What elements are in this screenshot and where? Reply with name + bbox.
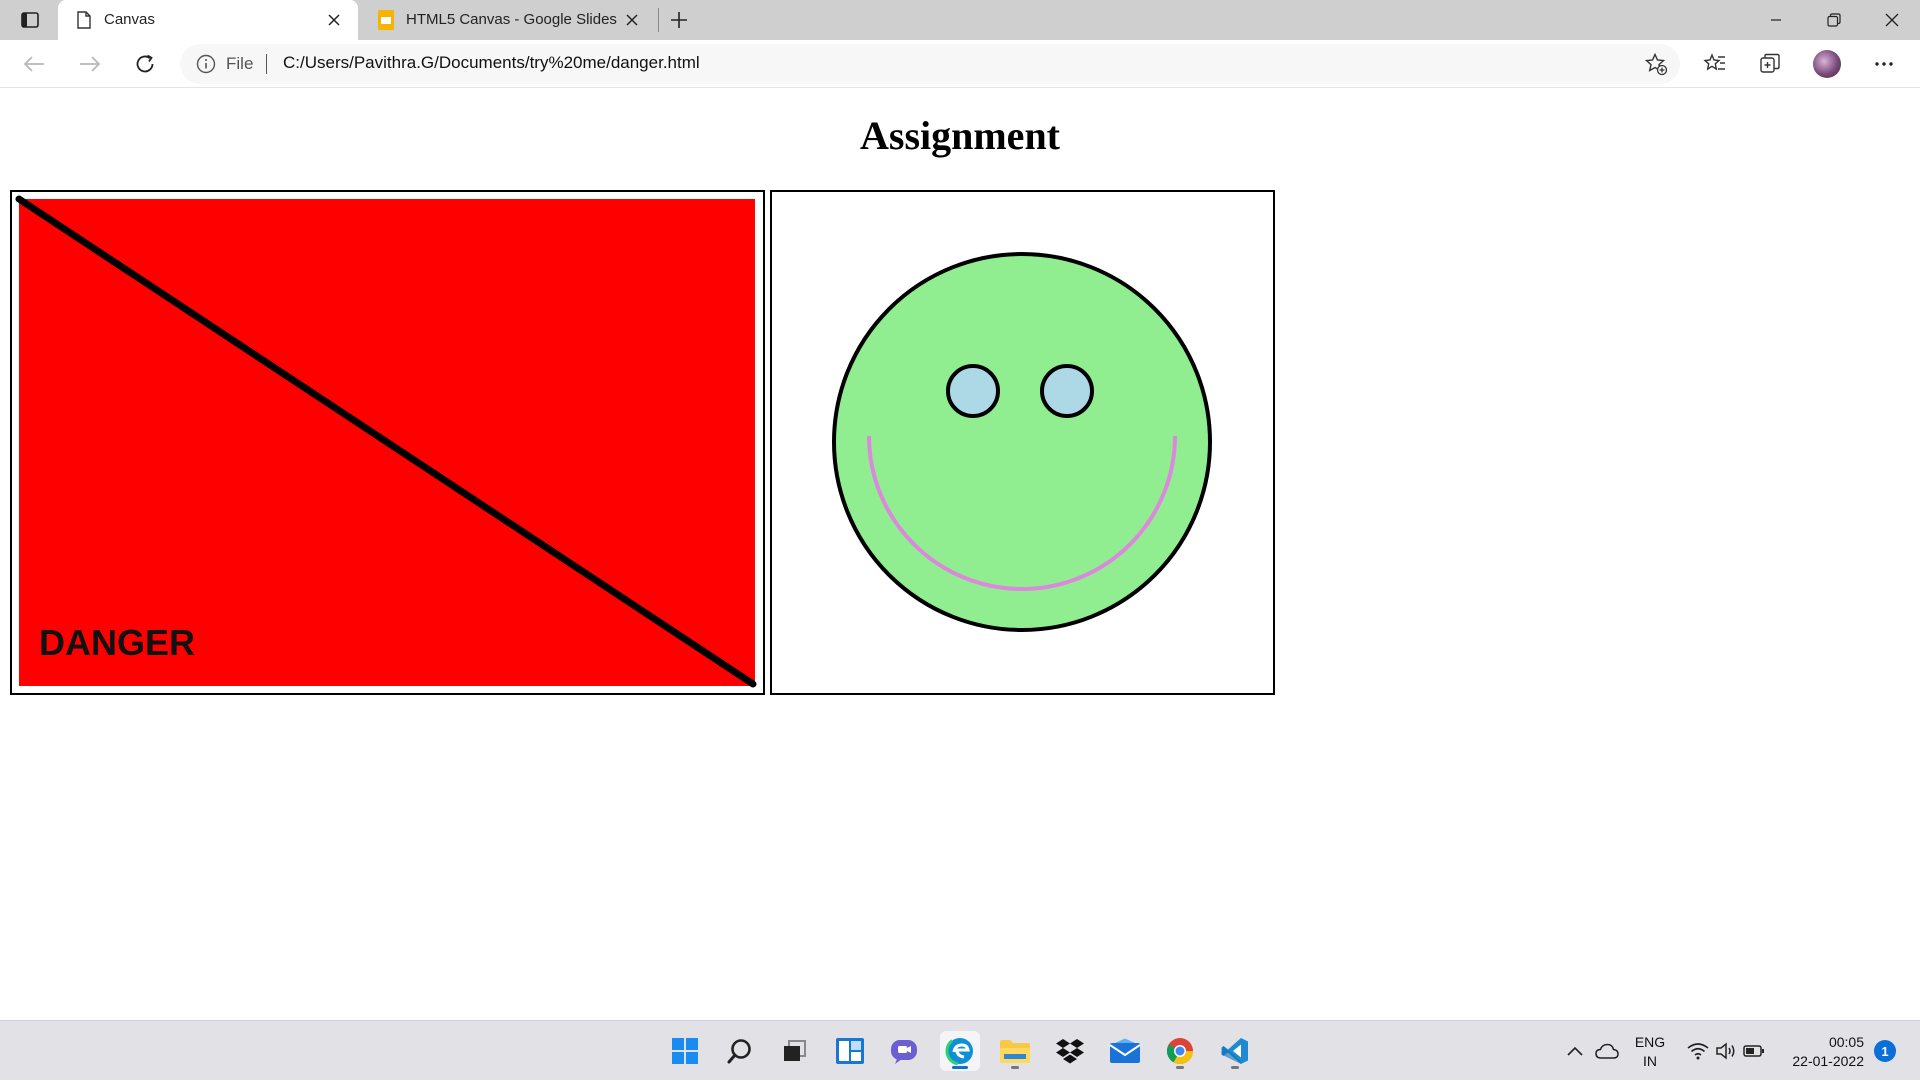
edge-icon bbox=[945, 1036, 975, 1066]
taskbar-search-button[interactable] bbox=[720, 1031, 760, 1071]
notification-badge[interactable]: 1 bbox=[1874, 1040, 1896, 1062]
add-favorite-icon[interactable] bbox=[1644, 52, 1668, 76]
widgets-icon bbox=[836, 1038, 864, 1064]
language-code: ENG bbox=[1634, 1034, 1666, 1050]
google-slides-icon bbox=[376, 10, 396, 30]
close-tab-icon[interactable] bbox=[622, 10, 642, 30]
task-view-icon bbox=[784, 1040, 806, 1061]
smiley-canvas bbox=[770, 190, 1275, 695]
mail-button[interactable] bbox=[1105, 1031, 1145, 1071]
smiley-left-eye bbox=[946, 364, 1000, 418]
back-button[interactable] bbox=[18, 48, 50, 80]
forward-arrow-icon bbox=[80, 56, 101, 72]
teams-chat-button[interactable] bbox=[884, 1031, 924, 1071]
cloud-icon bbox=[1595, 1043, 1619, 1059]
info-icon[interactable] bbox=[196, 54, 216, 74]
page-icon bbox=[74, 10, 94, 30]
onedrive-button[interactable] bbox=[1592, 1021, 1622, 1081]
plus-icon bbox=[671, 12, 687, 28]
avatar-image bbox=[1813, 50, 1841, 78]
collections-icon[interactable] bbox=[1756, 50, 1784, 78]
vscode-button[interactable] bbox=[1215, 1031, 1255, 1071]
address-bar[interactable]: File C:/Users/Pavithra.G/Documents/try%2… bbox=[180, 44, 1680, 84]
taskbar: ENG IN 00:05 22-01-2022 1 bbox=[0, 1020, 1920, 1080]
back-arrow-icon bbox=[23, 56, 44, 72]
chrome-button[interactable] bbox=[1160, 1031, 1200, 1071]
danger-label: DANGER bbox=[39, 622, 195, 663]
vscode-icon bbox=[1221, 1038, 1248, 1064]
smiley-face bbox=[832, 252, 1212, 632]
new-tab-button[interactable] bbox=[666, 7, 692, 33]
minimize-button[interactable] bbox=[1748, 0, 1804, 40]
tab-strip: Canvas HTML5 Canvas - Google Slides bbox=[0, 0, 1920, 40]
tab-title: Canvas bbox=[104, 11, 155, 28]
settings-menu-button[interactable] bbox=[1870, 50, 1898, 78]
battery-icon bbox=[1743, 1045, 1764, 1057]
tab-actions-icon bbox=[21, 12, 39, 28]
language-region: IN bbox=[1643, 1053, 1657, 1069]
address-divider bbox=[266, 54, 267, 74]
volume-icon bbox=[1716, 1042, 1735, 1060]
danger-drawing: DANGER bbox=[15, 195, 757, 688]
restore-button[interactable] bbox=[1806, 0, 1862, 40]
close-icon bbox=[1885, 13, 1899, 27]
edge-button[interactable] bbox=[940, 1031, 980, 1071]
file-explorer-icon bbox=[1000, 1040, 1030, 1063]
tab-canvas[interactable]: Canvas bbox=[58, 0, 358, 40]
mail-icon bbox=[1109, 1038, 1141, 1063]
forward-button[interactable] bbox=[74, 48, 106, 80]
clock[interactable]: 00:05 22-01-2022 bbox=[1772, 1033, 1864, 1071]
profile-avatar[interactable] bbox=[1813, 50, 1841, 78]
wifi-icon bbox=[1687, 1043, 1709, 1060]
start-button[interactable] bbox=[665, 1031, 705, 1071]
danger-canvas: DANGER bbox=[10, 190, 765, 695]
running-indicator bbox=[1176, 1066, 1184, 1069]
search-icon bbox=[727, 1039, 751, 1064]
favorites-icon[interactable] bbox=[1701, 50, 1729, 78]
start-icon bbox=[672, 1038, 698, 1064]
smiley-drawing bbox=[832, 252, 1212, 632]
close-tab-icon[interactable] bbox=[324, 10, 344, 30]
chrome-icon bbox=[1166, 1038, 1194, 1065]
show-hidden-icons-button[interactable] bbox=[1562, 1021, 1588, 1081]
minimize-icon bbox=[1771, 19, 1781, 21]
smiley-right-eye bbox=[1040, 364, 1094, 418]
tab-divider bbox=[658, 8, 659, 32]
dropbox-button[interactable] bbox=[1050, 1031, 1090, 1071]
browser-toolbar: File C:/Users/Pavithra.G/Documents/try%2… bbox=[0, 40, 1920, 88]
close-window-button[interactable] bbox=[1864, 0, 1920, 40]
quick-settings-button[interactable] bbox=[1684, 1021, 1768, 1081]
tab-actions-button[interactable] bbox=[18, 9, 42, 31]
widgets-button[interactable] bbox=[830, 1031, 870, 1071]
refresh-icon bbox=[136, 54, 154, 73]
clock-date: 22-01-2022 bbox=[1792, 1053, 1864, 1069]
clock-time: 00:05 bbox=[1828, 1034, 1864, 1050]
page-title: Assignment bbox=[859, 113, 1061, 158]
input-language-indicator[interactable]: ENG IN bbox=[1628, 1033, 1672, 1071]
url-text[interactable]: C:/Users/Pavithra.G/Documents/try%20me/d… bbox=[283, 53, 700, 73]
more-icon bbox=[1875, 62, 1893, 66]
running-indicator bbox=[1011, 1066, 1019, 1069]
protocol-label: File bbox=[226, 54, 254, 73]
task-view-button[interactable] bbox=[774, 1031, 814, 1071]
chevron-up-icon bbox=[1567, 1046, 1583, 1056]
running-indicator bbox=[1231, 1066, 1239, 1069]
dropbox-icon bbox=[1056, 1039, 1084, 1064]
active-indicator bbox=[952, 1066, 968, 1069]
tab-google-slides[interactable]: HTML5 Canvas - Google Slides bbox=[360, 0, 656, 40]
file-explorer-button[interactable] bbox=[995, 1031, 1035, 1071]
restore-icon bbox=[1827, 13, 1841, 27]
teams-chat-icon bbox=[891, 1040, 917, 1064]
tab-title: HTML5 Canvas - Google Slides bbox=[406, 11, 617, 28]
refresh-button[interactable] bbox=[129, 48, 161, 80]
